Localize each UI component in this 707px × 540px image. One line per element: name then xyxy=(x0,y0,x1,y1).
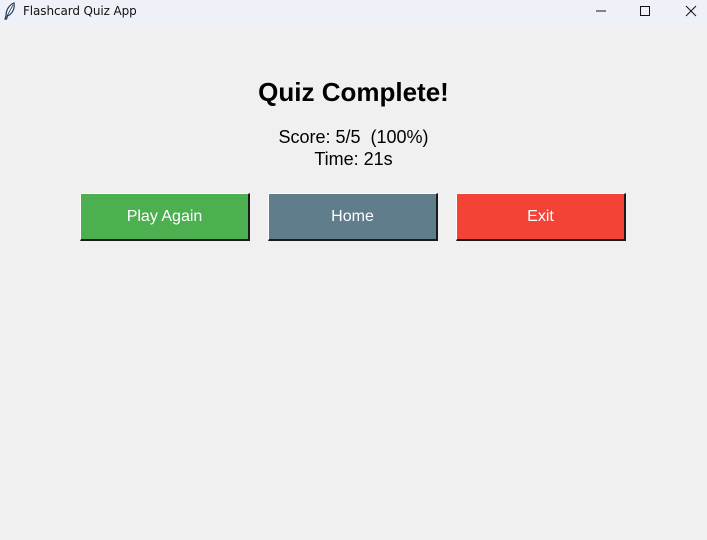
page-title: Quiz Complete! xyxy=(258,77,449,107)
feather-icon xyxy=(3,2,17,20)
time-label: Time: 21s xyxy=(314,149,393,169)
window-title: Flashcard Quiz App xyxy=(23,4,137,18)
close-icon xyxy=(685,4,697,22)
results-panel: Quiz Complete! Score: 5/5 (100%) Time: 2… xyxy=(0,25,707,540)
home-button[interactable]: Home xyxy=(268,193,438,241)
app-window: Flashcard Quiz App Quiz Complete! Score:… xyxy=(0,0,707,540)
title-bar[interactable]: Flashcard Quiz App xyxy=(0,0,707,25)
minimize-button[interactable] xyxy=(578,0,624,25)
close-button[interactable] xyxy=(668,0,707,25)
minimize-icon xyxy=(595,4,607,22)
maximize-button[interactable] xyxy=(622,0,668,25)
score-label: Score: 5/5 (100%) xyxy=(278,127,429,147)
play-again-button[interactable]: Play Again xyxy=(80,193,250,241)
maximize-icon xyxy=(639,4,651,22)
exit-button[interactable]: Exit xyxy=(456,193,626,241)
